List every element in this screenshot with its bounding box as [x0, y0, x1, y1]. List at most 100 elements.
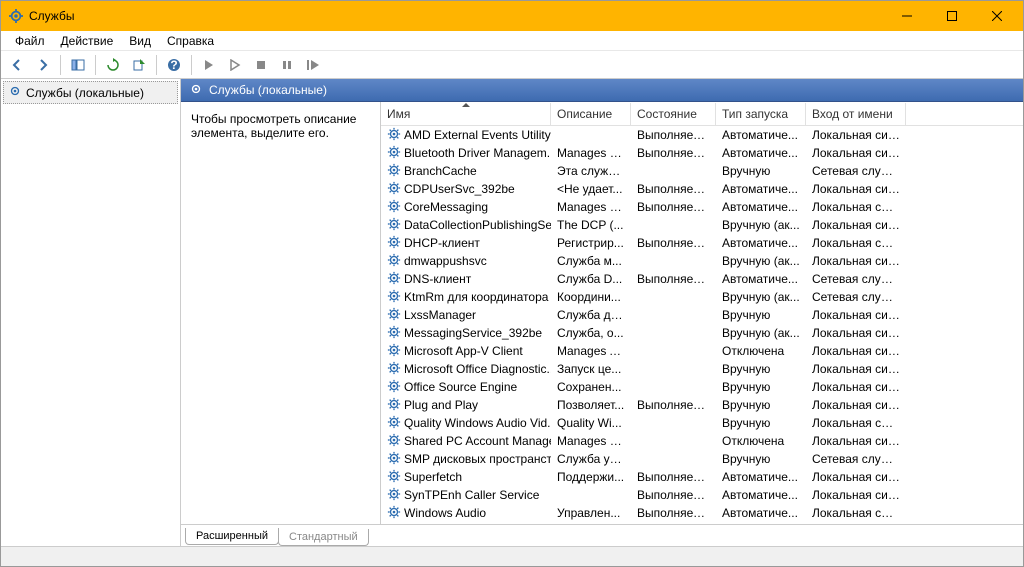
gear-icon	[189, 82, 203, 99]
service-row[interactable]: CoreMessagingManages c...ВыполняетсяАвто…	[381, 198, 1023, 216]
cell-description: Позволяет...	[551, 397, 631, 413]
help-button[interactable]: ?	[162, 53, 186, 77]
cell-startup: Отключена	[716, 343, 806, 359]
service-row[interactable]: KtmRm для координатора ...Координи...Вру…	[381, 288, 1023, 306]
cell-logon: Локальная сис...	[806, 127, 906, 143]
cell-state: Выполняется	[631, 181, 716, 197]
stop-button[interactable]	[249, 53, 273, 77]
cell-logon: Локальная слу...	[806, 415, 906, 431]
gear-icon	[387, 253, 401, 270]
cell-startup: Вручную	[716, 415, 806, 431]
gear-icon	[387, 199, 401, 216]
column-state[interactable]: Состояние	[631, 103, 716, 125]
service-row[interactable]: LxssManagerСлужба ди...ВручнуюЛокальная …	[381, 306, 1023, 324]
cell-description: Manages p...	[551, 433, 631, 449]
cell-logon: Локальная сис...	[806, 469, 906, 485]
cell-startup: Автоматиче...	[716, 127, 806, 143]
service-row[interactable]: Microsoft App-V ClientManages A...Отключ…	[381, 342, 1023, 360]
service-row[interactable]: dmwappushsvcСлужба м...Вручную (ак...Лок…	[381, 252, 1023, 270]
tab-standard[interactable]: Стандартный	[278, 529, 369, 546]
service-row[interactable]: Bluetooth Driver Managem...Manages B...В…	[381, 144, 1023, 162]
cell-logon: Локальная сис...	[806, 325, 906, 341]
service-row[interactable]: SynTPEnh Caller ServiceВыполняетсяАвтома…	[381, 486, 1023, 504]
tree-root-services[interactable]: Службы (локальные)	[3, 81, 178, 104]
cell-logon: Сетевая служба	[806, 451, 906, 467]
cell-state	[631, 224, 716, 226]
cell-logon: Локальная сис...	[806, 397, 906, 413]
service-row[interactable]: Windows AudioУправлен...ВыполняетсяАвтом…	[381, 504, 1023, 522]
cell-logon: Сетевая служба	[806, 289, 906, 305]
toolbar-separator	[95, 55, 96, 75]
cell-name: DataCollectionPublishingSe...	[381, 216, 551, 235]
menu-view[interactable]: Вид	[121, 32, 159, 50]
gear-icon	[387, 235, 401, 252]
cell-logon: Сетевая служба	[806, 271, 906, 287]
restart-button[interactable]	[301, 53, 325, 77]
cell-state	[631, 422, 716, 424]
service-row[interactable]: Microsoft Office Diagnostic...Запуск це.…	[381, 360, 1023, 378]
column-name[interactable]: Имя	[381, 103, 551, 125]
cell-name: Office Source Engine	[381, 378, 551, 397]
cell-description: The DCP (...	[551, 217, 631, 233]
close-button[interactable]	[974, 1, 1019, 31]
tab-extended[interactable]: Расширенный	[185, 528, 279, 545]
gear-icon	[387, 397, 401, 414]
service-row[interactable]: SMP дисковых пространст...Служба уз...Вр…	[381, 450, 1023, 468]
pause-button[interactable]	[275, 53, 299, 77]
service-row[interactable]: DataCollectionPublishingSe...The DCP (..…	[381, 216, 1023, 234]
toolbar-separator	[156, 55, 157, 75]
gear-icon	[387, 181, 401, 198]
tab-strip: Расширенный Стандартный	[181, 524, 1023, 546]
cell-description: Регистрир...	[551, 235, 631, 251]
cell-name: DHCP-клиент	[381, 234, 551, 253]
menu-file[interactable]: Файл	[7, 32, 53, 50]
service-row[interactable]: SuperfetchПоддержи...ВыполняетсяАвтомати…	[381, 468, 1023, 486]
service-row[interactable]: DNS-клиентСлужба D...ВыполняетсяАвтомати…	[381, 270, 1023, 288]
column-logon[interactable]: Вход от имени	[806, 103, 906, 125]
gear-icon	[387, 433, 401, 450]
menu-help[interactable]: Справка	[159, 32, 222, 50]
maximize-button[interactable]	[929, 1, 974, 31]
cell-logon: Локальная сис...	[806, 343, 906, 359]
cell-name: CoreMessaging	[381, 198, 551, 217]
minimize-button[interactable]	[884, 1, 929, 31]
service-row[interactable]: AMD External Events UtilityВыполняетсяАв…	[381, 126, 1023, 144]
cell-logon: Локальная слу...	[806, 199, 906, 215]
cell-startup: Вручную	[716, 379, 806, 395]
cell-state	[631, 296, 716, 298]
cell-description: <Не удает...	[551, 181, 631, 197]
menu-action[interactable]: Действие	[53, 32, 122, 50]
cell-state: Выполняется	[631, 271, 716, 287]
service-row[interactable]: DHCP-клиентРегистрир...ВыполняетсяАвтома…	[381, 234, 1023, 252]
refresh-button[interactable]	[101, 53, 125, 77]
service-row[interactable]: Shared PC Account ManagerManages p...Отк…	[381, 432, 1023, 450]
service-row[interactable]: Office Source EngineСохранен...ВручнуюЛо…	[381, 378, 1023, 396]
gear-icon	[8, 84, 22, 101]
cell-startup: Вручную (ак...	[716, 217, 806, 233]
cell-description: Координи...	[551, 289, 631, 305]
cell-logon: Локальная сис...	[806, 181, 906, 197]
service-row[interactable]: BranchCacheЭта служб...ВручнуюСетевая сл…	[381, 162, 1023, 180]
cell-state: Выполняется	[631, 397, 716, 413]
service-row[interactable]: Quality Windows Audio Vid...Quality Wi..…	[381, 414, 1023, 432]
service-row[interactable]: Plug and PlayПозволяет...ВыполняетсяВруч…	[381, 396, 1023, 414]
start-button-2[interactable]	[223, 53, 247, 77]
back-button[interactable]	[5, 53, 29, 77]
gear-icon	[387, 379, 401, 396]
column-startup[interactable]: Тип запуска	[716, 103, 806, 125]
right-header-label: Службы (локальные)	[209, 83, 327, 97]
gear-icon	[387, 163, 401, 180]
column-description[interactable]: Описание	[551, 103, 631, 125]
gear-icon	[387, 487, 401, 504]
cell-logon: Локальная сис...	[806, 253, 906, 269]
start-button[interactable]	[197, 53, 221, 77]
right-pane: Службы (локальные) Чтобы просмотреть опи…	[181, 79, 1023, 546]
cell-startup: Автоматиче...	[716, 505, 806, 521]
service-row[interactable]: CDPUserSvc_392be<Не удает...ВыполняетсяА…	[381, 180, 1023, 198]
service-row[interactable]: MessagingService_392beСлужба, о...Вручну…	[381, 324, 1023, 342]
show-hide-tree-button[interactable]	[66, 53, 90, 77]
service-rows[interactable]: AMD External Events UtilityВыполняетсяАв…	[381, 126, 1023, 524]
toolbar: ?	[1, 51, 1023, 79]
export-button[interactable]	[127, 53, 151, 77]
forward-button[interactable]	[31, 53, 55, 77]
